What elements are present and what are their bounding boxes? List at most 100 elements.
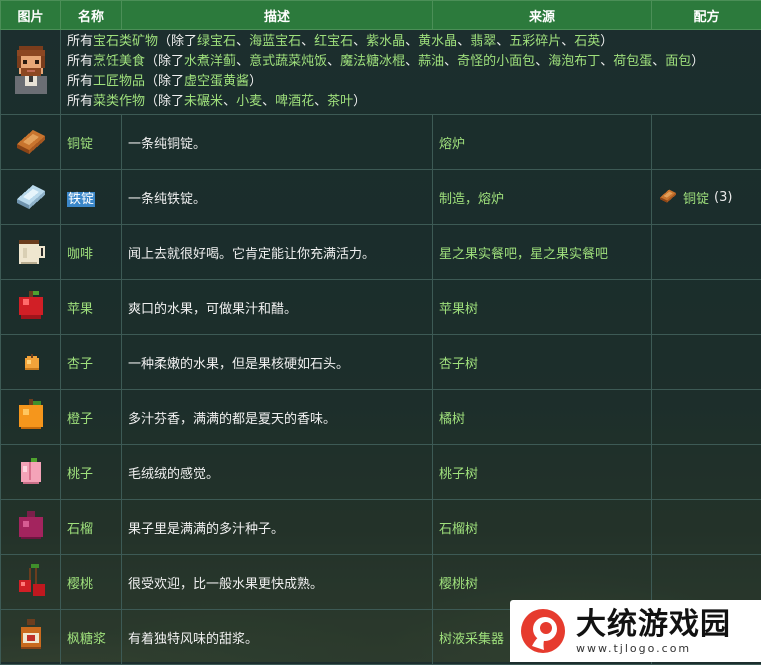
orange-icon[interactable] — [13, 422, 49, 437]
intro-link[interactable]: 黄水晶 — [418, 34, 457, 49]
source-cell[interactable]: 桃子树 — [433, 445, 652, 500]
source-cell[interactable]: 制造，熔炉 — [433, 170, 652, 225]
source-cell[interactable]: 橘树 — [433, 390, 652, 445]
intro-text: 、 — [496, 34, 509, 49]
recipe-ingredient[interactable]: 铜锭(3) — [658, 185, 755, 209]
intro-link[interactable]: 啤酒花 — [275, 94, 314, 109]
description-cell: 毛绒绒的感觉。 — [122, 445, 433, 500]
intro-text: 所有 — [67, 54, 93, 69]
intro-link[interactable]: 绿宝石 — [197, 34, 236, 49]
name-cell: 枫糖浆 — [61, 610, 122, 665]
item-name-link[interactable]: 桃子 — [67, 467, 93, 482]
pomegranate-icon[interactable] — [13, 532, 49, 547]
coffee-icon[interactable] — [13, 257, 49, 272]
apple-icon[interactable] — [13, 312, 49, 327]
maple-syrup-icon[interactable] — [13, 642, 49, 657]
name-cell: 橙子 — [61, 390, 122, 445]
intro-text: 、 — [405, 54, 418, 69]
header-image[interactable]: 图片 — [1, 1, 61, 30]
intro-lines: 所有宝石类矿物（除了绿宝石、海蓝宝石、红宝石、紫水晶、黄水晶、翡翠、五彩碎片、石… — [67, 32, 755, 112]
cherry-icon[interactable] — [13, 587, 49, 602]
description-cell: 多汁芬香，满满的都是夏天的香味。 — [122, 390, 433, 445]
watermark: 大统游戏园 www.tjlogo.com — [510, 600, 761, 662]
intro-link[interactable]: 茶叶 — [327, 94, 353, 109]
iron-bar-icon[interactable] — [13, 202, 49, 217]
source-cell[interactable]: 石榴树 — [433, 500, 652, 555]
description-cell: 闻上去就很好喝。它肯定能让你充满活力。 — [122, 225, 433, 280]
intro-text: 、 — [561, 34, 574, 49]
source-cell[interactable]: 星之果实餐吧，星之果实餐吧 — [433, 225, 652, 280]
item-name-link[interactable]: 石榴 — [67, 522, 93, 537]
intro-text: （除了 — [145, 54, 184, 69]
intro-text: 、 — [301, 34, 314, 49]
description-cell: 爽口的水果，可做果汁和醋。 — [122, 280, 433, 335]
intro-link[interactable]: 蒜油 — [418, 54, 444, 69]
image-cell — [1, 390, 61, 445]
intro-text: （除了 — [158, 34, 197, 49]
intro-text: 、 — [600, 54, 613, 69]
intro-link[interactable]: 五彩碎片 — [509, 34, 561, 49]
recipe-cell — [652, 335, 761, 390]
intro-link[interactable]: 工匠物品 — [93, 74, 145, 89]
intro-link[interactable]: 紫水晶 — [366, 34, 405, 49]
name-cell: 铜锭 — [61, 115, 122, 170]
intro-text: 、 — [353, 34, 366, 49]
header-description[interactable]: 描述 — [122, 1, 433, 30]
table-row: 桃子 毛绒绒的感觉。桃子树 — [1, 445, 761, 500]
intro-link[interactable]: 红宝石 — [314, 34, 353, 49]
recipe-ingredient-count: (3) — [714, 190, 732, 205]
header-recipe[interactable]: 配方 — [652, 1, 761, 30]
intro-link[interactable]: 面包 — [665, 54, 691, 69]
watermark-url: www.tjlogo.com — [576, 642, 731, 655]
intro-link[interactable]: 海蓝宝石 — [249, 34, 301, 49]
intro-text: （除了 — [145, 74, 184, 89]
intro-link[interactable]: 虚空蛋黄酱 — [184, 74, 249, 89]
intro-link[interactable]: 烹饪美食 — [93, 54, 145, 69]
item-name-link[interactable]: 咖啡 — [67, 247, 93, 262]
intro-link[interactable]: 意式蔬菜炖饭 — [249, 54, 327, 69]
recipe-cell — [652, 225, 761, 280]
description-cell: 有着独特风味的甜浆。 — [122, 610, 433, 665]
intro-link[interactable]: 石英 — [574, 34, 600, 49]
item-name-link[interactable]: 樱桃 — [67, 577, 93, 592]
image-cell — [1, 115, 61, 170]
name-cell: 杏子 — [61, 335, 122, 390]
item-name-link[interactable]: 铜锭 — [67, 137, 93, 152]
recipe-cell — [652, 445, 761, 500]
source-cell[interactable]: 苹果树 — [433, 280, 652, 335]
intro-line: 所有烹饪美食（除了水煮洋蓟、意式蔬菜炖饭、魔法糖冰棍、蒜油、奇怪的小面包、海泡布… — [67, 52, 755, 72]
intro-link[interactable]: 海泡布丁 — [548, 54, 600, 69]
intro-link[interactable]: 小麦 — [236, 94, 262, 109]
item-name-link[interactable]: 橙子 — [67, 412, 93, 427]
intro-link[interactable]: 荷包蛋 — [613, 54, 652, 69]
copper-bar-icon[interactable] — [13, 147, 49, 162]
item-name-link[interactable]: 枫糖浆 — [67, 632, 106, 647]
intro-link[interactable]: 菜类作物 — [93, 94, 145, 109]
intro-text: 、 — [457, 34, 470, 49]
table-row: 杏子一种柔嫩的水果，但是果核硬如石头。杏子树 — [1, 335, 761, 390]
recipe-cell — [652, 390, 761, 445]
intro-link[interactable]: 魔法糖冰棍 — [340, 54, 405, 69]
image-cell — [1, 280, 61, 335]
name-cell: 苹果 — [61, 280, 122, 335]
source-cell[interactable]: 杏子树 — [433, 335, 652, 390]
recipe-cell — [652, 280, 761, 335]
peach-icon[interactable] — [13, 477, 49, 492]
intro-link[interactable]: 奇怪的小面包 — [457, 54, 535, 69]
apricot-icon[interactable] — [13, 367, 49, 382]
intro-link[interactable]: 未碾米 — [184, 94, 223, 109]
intro-text: 所有 — [67, 94, 93, 109]
item-name-link[interactable]: 铁锭 — [67, 192, 95, 207]
intro-link[interactable]: 翡翠 — [470, 34, 496, 49]
intro-text-cell: 所有宝石类矿物（除了绿宝石、海蓝宝石、红宝石、紫水晶、黄水晶、翡翠、五彩碎片、石… — [61, 30, 761, 115]
intro-link[interactable]: 宝石类矿物 — [93, 34, 158, 49]
item-name-link[interactable]: 苹果 — [67, 302, 93, 317]
intro-link[interactable]: 水煮洋蓟 — [184, 54, 236, 69]
intro-text: 所有 — [67, 74, 93, 89]
intro-line: 所有宝石类矿物（除了绿宝石、海蓝宝石、红宝石、紫水晶、黄水晶、翡翠、五彩碎片、石… — [67, 32, 755, 52]
header-source[interactable]: 来源 — [433, 1, 652, 30]
header-name[interactable]: 名称 — [61, 1, 122, 30]
item-name-link[interactable]: 杏子 — [67, 357, 93, 372]
table-row: 咖啡 闻上去就很好喝。它肯定能让你充满活力。星之果实餐吧，星之果实餐吧 — [1, 225, 761, 280]
watermark-logo-icon — [518, 606, 568, 656]
